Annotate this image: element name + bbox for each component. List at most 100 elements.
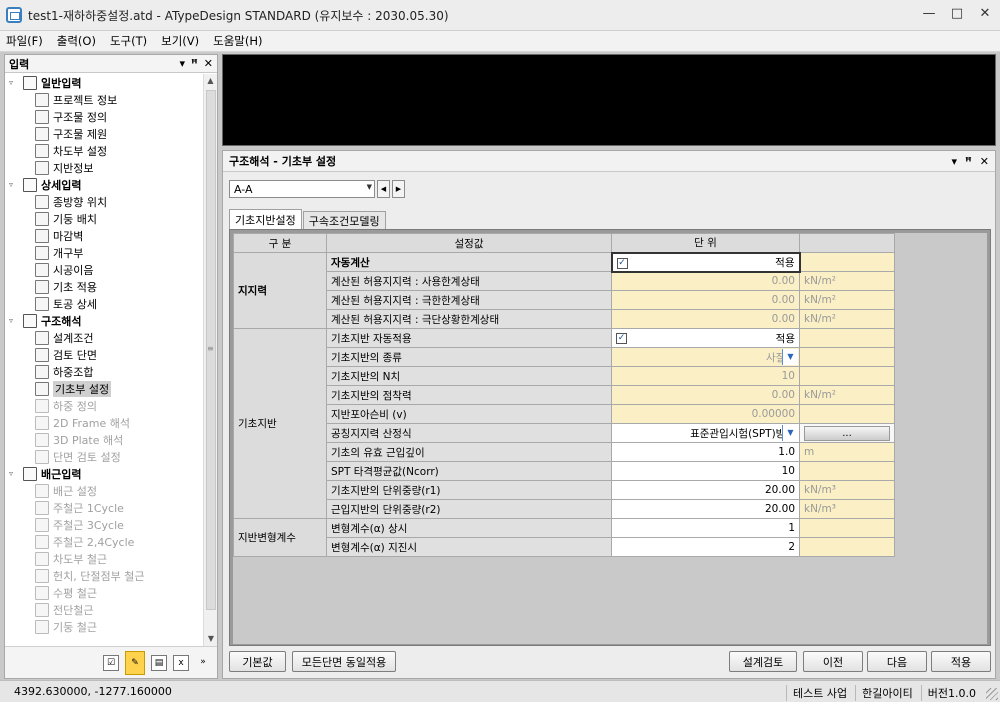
tree-item[interactable]: 차도부 철근 — [5, 550, 203, 567]
row-label-alpha-quake: 변형계수(α) 지진시 — [326, 537, 612, 557]
expand-icon[interactable]: ▿ — [9, 78, 19, 87]
tree-item[interactable]: 수평 철근 — [5, 584, 203, 601]
tree-item[interactable]: 구조물 제원 — [5, 125, 203, 142]
unit-weight-r1-input[interactable]: 20.00 — [611, 480, 800, 500]
allow-service-value: 0.00 — [611, 271, 800, 291]
tree-scrollbar[interactable]: ▲ ≡ ▼ — [203, 74, 217, 646]
tree-item[interactable]: 기둥 배치 — [5, 210, 203, 227]
tree-item[interactable]: 프로젝트 정보 — [5, 91, 203, 108]
item-icon — [35, 551, 49, 566]
auto-apply-checkbox[interactable]: ✓ — [616, 333, 627, 344]
method-detail-button[interactable]: ... — [804, 425, 890, 441]
expand-icon[interactable]: ▿ — [9, 469, 19, 478]
tree-item-label: 단면 검토 설정 — [53, 450, 121, 464]
tree-group[interactable]: ▿ 배근입력 — [5, 465, 203, 482]
tree-item-label: 종방향 위치 — [53, 195, 108, 209]
checklist-icon[interactable]: ☑ — [103, 654, 119, 671]
tree-item[interactable]: 차도부 설정 — [5, 142, 203, 159]
prev-section-button[interactable]: ◀ — [377, 180, 390, 198]
menu-tools[interactable]: 도구(T) — [110, 33, 147, 49]
item-icon — [35, 296, 49, 311]
pin-icon[interactable]: ꟸ — [191, 57, 198, 70]
edit-pencil-icon[interactable]: ✎ — [125, 650, 145, 675]
spt-input[interactable]: 10 — [611, 461, 800, 481]
auto-apply-value: 적용 — [775, 332, 795, 345]
auto-calc-value: 적용 — [775, 256, 795, 269]
next-section-button[interactable]: ▶ — [392, 180, 405, 198]
tree-item[interactable]: 주철근 2,4Cycle — [5, 533, 203, 550]
tree-item[interactable]: 마감벽 — [5, 227, 203, 244]
auto-apply-field[interactable]: ✓ 적용 — [611, 328, 800, 348]
tree-item[interactable]: 토공 상세 — [5, 295, 203, 312]
tree-item[interactable]: 종방향 위치 — [5, 193, 203, 210]
alpha-normal-input[interactable]: 1 — [611, 518, 800, 538]
method-select[interactable]: 표준관입시험(SPT)방법 ▼ — [611, 423, 800, 443]
pin-icon[interactable]: ꟸ — [965, 155, 972, 168]
tree-item-label: 헌치, 단절점부 철근 — [53, 569, 145, 583]
chevron-down-icon[interactable]: ▼ — [367, 183, 372, 191]
apply-all-sections-button[interactable]: 모든단면 동일적용 — [292, 651, 396, 672]
scroll-down-icon[interactable]: ▼ — [204, 632, 218, 646]
excel-icon[interactable]: x — [173, 654, 189, 671]
tree-group[interactable]: ▿ 구조해석 — [5, 312, 203, 329]
tree-group[interactable]: ▿ 상세입력 — [5, 176, 203, 193]
next-button[interactable]: 다음 — [867, 651, 927, 672]
minimize-button[interactable]: — — [922, 6, 936, 21]
tree-item[interactable]: 하중 정의 — [5, 397, 203, 414]
section-combo[interactable]: A-A ▼ — [229, 180, 375, 198]
default-button[interactable]: 기본값 — [229, 651, 286, 672]
tree-item[interactable]: 지반정보 — [5, 159, 203, 176]
group-icon — [23, 75, 37, 90]
close-button[interactable]: ✕ — [978, 6, 992, 21]
unit-cell — [799, 404, 895, 424]
tree-item[interactable]: 배근 설정 — [5, 482, 203, 499]
prev-button[interactable]: 이전 — [803, 651, 863, 672]
alpha-quake-input[interactable]: 2 — [611, 537, 800, 557]
tree-item[interactable]: 전단철근 — [5, 601, 203, 618]
expand-icon[interactable]: ▿ — [9, 180, 19, 189]
panel-close-icon[interactable]: ✕ — [204, 57, 213, 70]
apply-button[interactable]: 적용 — [931, 651, 991, 672]
scroll-up-icon[interactable]: ▲ — [204, 74, 217, 88]
maximize-button[interactable]: □ — [950, 6, 964, 21]
menu-help[interactable]: 도움말(H) — [213, 33, 262, 49]
tree-item[interactable]: 헌치, 단절점부 철근 — [5, 567, 203, 584]
tree-item[interactable]: 구조물 정의 — [5, 108, 203, 125]
tree-item[interactable]: 개구부 — [5, 244, 203, 261]
more-icon[interactable]: » — [195, 655, 211, 671]
resize-grip-icon[interactable] — [986, 688, 998, 700]
tree-item[interactable]: 설계조건 — [5, 329, 203, 346]
chevron-down-icon[interactable]: ▼ — [782, 349, 798, 365]
auto-calc-field[interactable]: ✓ 적용 — [610, 251, 801, 273]
tree-item[interactable]: 검토 단면 — [5, 346, 203, 363]
tree-item[interactable]: 3D Plate 해석 — [5, 431, 203, 448]
panel-close-icon[interactable]: ✕ — [980, 155, 989, 168]
tree-item[interactable]: 주철근 3Cycle — [5, 516, 203, 533]
report-icon[interactable]: ▤ — [151, 654, 167, 671]
tree-item[interactable]: 하중조합 — [5, 363, 203, 380]
tree-item[interactable]: 주철근 1Cycle — [5, 499, 203, 516]
menu-view[interactable]: 보기(V) — [161, 33, 199, 49]
panel-dropdown-icon[interactable]: ▾ — [180, 57, 186, 70]
group-icon — [23, 466, 37, 481]
depth-input[interactable]: 1.0 — [611, 442, 800, 462]
menu-output[interactable]: 출력(O) — [57, 33, 96, 49]
tab-foundation-ground[interactable]: 기초지반설정 — [229, 209, 302, 229]
tree-item[interactable]: 기초부 설정 — [5, 380, 203, 397]
soil-type-select[interactable]: 사질토 ▼ — [611, 347, 800, 367]
unit-weight-r2-input[interactable]: 20.00 — [611, 499, 800, 519]
panel-dropdown-icon[interactable]: ▾ — [952, 155, 958, 168]
tree-item[interactable]: 기둥 철근 — [5, 618, 203, 635]
tree-item[interactable]: 기초 적용 — [5, 278, 203, 295]
auto-calc-checkbox[interactable]: ✓ — [616, 257, 628, 269]
tree-item[interactable]: 시공이음 — [5, 261, 203, 278]
chevron-down-icon[interactable]: ▼ — [782, 425, 798, 441]
tree-group[interactable]: ▿ 일반입력 — [5, 74, 203, 91]
menu-file[interactable]: 파일(F) — [6, 33, 43, 49]
expand-icon[interactable]: ▿ — [9, 316, 19, 325]
tab-restraint-modeling[interactable]: 구속조건모델링 — [302, 211, 386, 229]
graphic-view[interactable] — [222, 54, 996, 146]
tree-item[interactable]: 2D Frame 해석 — [5, 414, 203, 431]
design-check-button[interactable]: 설계검토 — [729, 651, 797, 672]
tree-item[interactable]: 단면 검토 설정 — [5, 448, 203, 465]
